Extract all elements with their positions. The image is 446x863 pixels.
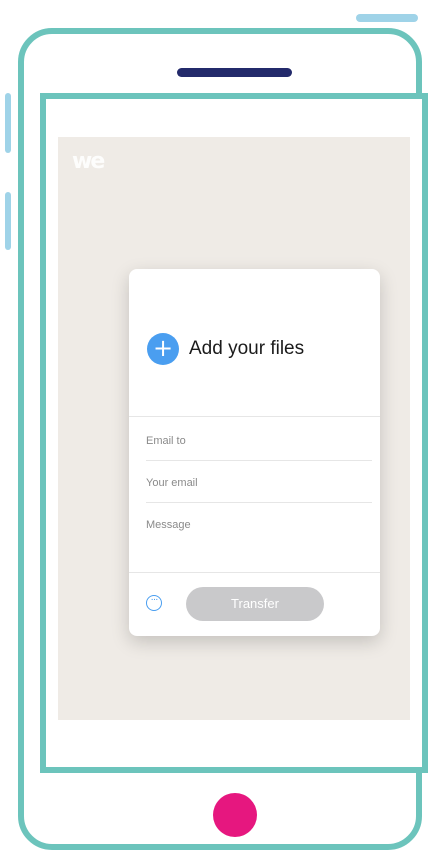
divider <box>129 572 380 573</box>
plus-icon[interactable]: + <box>147 333 179 365</box>
wetransfer-app: we + Add your files Email to Your email … <box>58 137 410 720</box>
wetransfer-logo[interactable]: we <box>72 149 105 174</box>
volume-up-button <box>5 93 11 153</box>
home-button[interactable] <box>213 793 257 837</box>
email-to-field[interactable]: Email to <box>146 419 372 461</box>
phone-speaker <box>177 68 292 77</box>
transfer-button[interactable]: Transfer <box>186 587 324 621</box>
phone-mockup: we + Add your files Email to Your email … <box>0 0 446 863</box>
message-field[interactable]: Message <box>146 503 372 569</box>
power-button <box>356 14 418 22</box>
more-options-icon[interactable]: ··· <box>146 595 162 611</box>
add-files-button[interactable]: + Add your files <box>147 333 304 365</box>
transfer-card: + Add your files Email to Your email Mes… <box>129 269 380 636</box>
your-email-field[interactable]: Your email <box>146 461 372 503</box>
add-files-label[interactable]: Add your files <box>189 338 304 360</box>
volume-down-button <box>5 192 11 250</box>
divider <box>129 416 380 417</box>
